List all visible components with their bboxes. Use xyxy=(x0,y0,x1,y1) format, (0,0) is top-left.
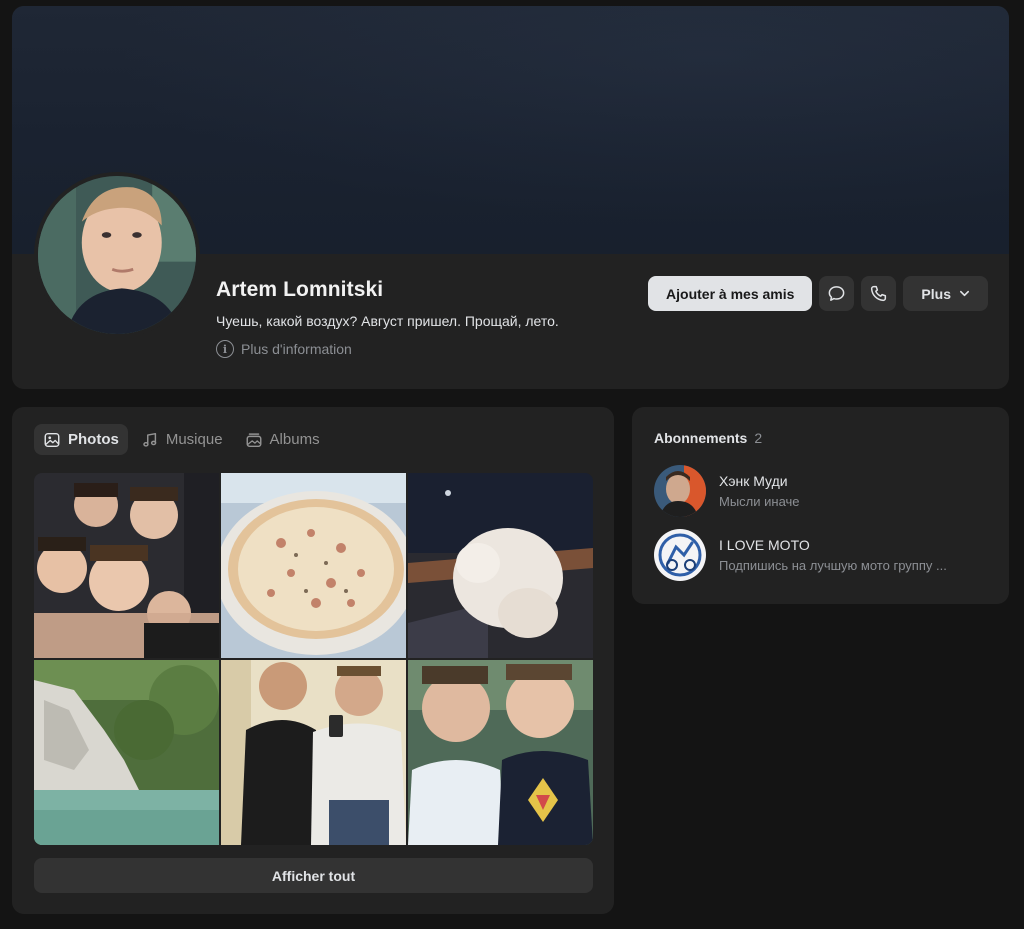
subscription-text: Хэнк Муди Мысли иначе xyxy=(719,473,800,509)
photo-icon xyxy=(44,432,60,447)
more-button-label: Plus xyxy=(921,285,951,302)
more-button[interactable]: Plus xyxy=(903,276,988,311)
tab-music[interactable]: Musique xyxy=(132,424,232,455)
subscription-description: Подпишись на лучшую мото группу ... xyxy=(719,558,947,573)
profile-actions: Ajouter à mes amis Plus xyxy=(648,276,988,311)
tab-albums[interactable]: Albums xyxy=(236,424,329,455)
subscription-avatar xyxy=(654,529,706,581)
subscription-name: I LOVE MOTO xyxy=(719,537,810,553)
message-button[interactable] xyxy=(819,276,855,311)
subscription-item[interactable]: I LOVE MOTO Подпишись на лучшую мото гру… xyxy=(654,529,989,581)
media-card: Photos Musique Albums Afficher tout xyxy=(12,407,614,914)
call-button[interactable] xyxy=(861,276,897,311)
more-info-link[interactable]: i Plus d'information xyxy=(216,340,352,358)
subscription-item[interactable]: Хэнк Муди Мысли иначе xyxy=(654,465,989,517)
subscription-text: I LOVE MOTO Подпишись на лучшую мото гру… xyxy=(719,537,947,573)
photo-thumbnail[interactable] xyxy=(34,660,219,845)
chevron-down-icon xyxy=(960,290,969,297)
moto-avatar-image xyxy=(654,529,706,581)
tab-albums-label: Albums xyxy=(269,431,320,448)
tab-photos-label: Photos xyxy=(68,431,119,448)
music-note-icon xyxy=(143,432,157,447)
photo-thumbnail[interactable] xyxy=(408,660,593,845)
subscriptions-title: Abonnements xyxy=(654,430,748,446)
group-selfie-image xyxy=(34,473,219,658)
avatar-image xyxy=(38,176,196,334)
more-info-label: Plus d'information xyxy=(241,341,352,357)
white-cat-image xyxy=(408,473,593,658)
profile-name: Artem Lomnitski xyxy=(216,278,384,301)
album-icon xyxy=(246,432,262,447)
subscriptions-count: 2 xyxy=(754,430,763,446)
add-friend-button[interactable]: Ajouter à mes amis xyxy=(648,276,813,311)
info-icon: i xyxy=(216,340,234,358)
subscription-description: Мысли иначе xyxy=(719,494,800,509)
tab-music-label: Musique xyxy=(165,431,223,448)
message-icon xyxy=(829,286,845,301)
tab-photos[interactable]: Photos xyxy=(34,424,128,455)
photo-thumbnail[interactable] xyxy=(221,660,406,845)
subscription-name: Хэнк Муди xyxy=(719,473,788,489)
show-all-button[interactable]: Afficher tout xyxy=(34,858,593,893)
profile-card: Artem Lomnitski Чуешь, какой воздух? Авг… xyxy=(12,6,1009,389)
two-boys-outdoor-image xyxy=(408,660,593,845)
phone-icon xyxy=(871,285,887,302)
subscriptions-header[interactable]: Abonnements 2 xyxy=(654,430,762,446)
pizza-image xyxy=(221,473,406,658)
photo-thumbnail[interactable] xyxy=(34,473,219,658)
profile-avatar[interactable] xyxy=(34,172,200,338)
river-rock-image xyxy=(34,660,219,845)
subscriptions-card: Abonnements 2 Хэнк Муди Мысли иначе I LO… xyxy=(632,407,1009,604)
photo-thumbnail[interactable] xyxy=(408,473,593,658)
subscription-avatar xyxy=(654,465,706,517)
media-tabs: Photos Musique Albums xyxy=(34,424,329,455)
photo-grid xyxy=(34,473,593,845)
profile-status: Чуешь, какой воздух? Август пришел. Прощ… xyxy=(216,313,559,329)
photo-thumbnail[interactable] xyxy=(221,473,406,658)
two-boys-selfie-image xyxy=(221,660,406,845)
hank-moody-avatar-image xyxy=(654,465,706,517)
